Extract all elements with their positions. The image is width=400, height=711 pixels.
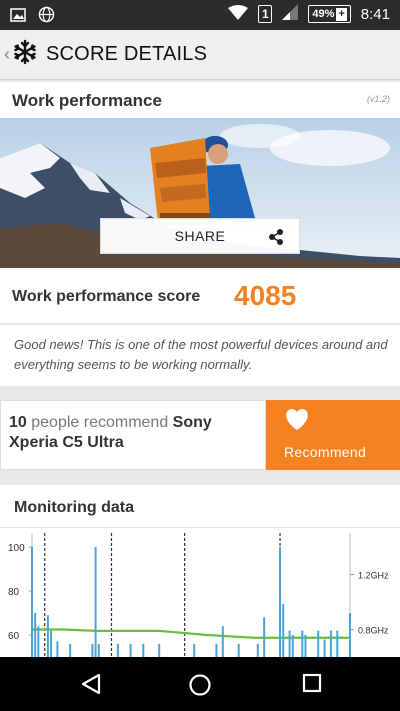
- recommend-button[interactable]: Recommend: [266, 400, 400, 470]
- snowflake-icon: [12, 39, 38, 70]
- description-card: Good news! This is one of the most power…: [0, 325, 400, 386]
- recommend-middle-text: people recommend: [26, 414, 173, 431]
- divider: [0, 527, 400, 528]
- monitoring-chart: 100 80 60 1.2GHz 0.8GHz: [0, 533, 400, 657]
- sim-icon: 1: [258, 5, 273, 23]
- navigation-bar: [0, 657, 400, 711]
- monitoring-title: Monitoring data: [14, 499, 134, 516]
- y-tick-label-left: 60: [8, 631, 20, 642]
- app-bar: ‹ SCORE DETAILS: [0, 30, 400, 80]
- y-tick-label-left: 80: [8, 587, 20, 598]
- y-tick-label-left: 100: [8, 543, 25, 554]
- section-title: Work performance: [12, 91, 162, 110]
- score-label: Work performance score: [12, 288, 201, 305]
- score-row: Work performance score 4085: [0, 268, 400, 324]
- recommend-card: 10 people recommend Sony Xperia C5 Ultra…: [0, 400, 400, 470]
- share-button[interactable]: SHARE: [100, 218, 300, 254]
- wifi-icon: [228, 4, 249, 24]
- recommend-text: 10 people recommend Sony Xperia C5 Ultra: [9, 413, 259, 453]
- recents-square-icon[interactable]: [302, 673, 322, 698]
- recommend-count: 10: [9, 414, 27, 431]
- description-text: Good news! This is one of the most power…: [14, 337, 388, 372]
- clock: 8:41: [360, 5, 390, 23]
- heart-icon: [284, 408, 310, 437]
- chevron-left-icon[interactable]: ‹: [4, 44, 10, 65]
- home-circle-icon[interactable]: [188, 673, 212, 702]
- share-icon: [267, 228, 285, 249]
- page-title: SCORE DETAILS: [46, 43, 208, 65]
- recommend-info: 10 people recommend Sony Xperia C5 Ultra: [0, 400, 266, 470]
- chart-svg: 100 80 60 1.2GHz 0.8GHz: [8, 533, 389, 657]
- monitoring-card: Monitoring data 100 80 60 1.2GHz 0.8GHz: [0, 485, 400, 657]
- share-label: SHARE: [174, 228, 226, 244]
- signal-icon: [282, 4, 299, 24]
- battery-icon: 49% +: [308, 5, 351, 23]
- recommend-label: Recommend: [284, 444, 367, 460]
- score-value: 4085: [234, 280, 297, 311]
- version-label: (v1.2): [366, 94, 390, 104]
- globe-icon: [38, 6, 55, 28]
- image-icon: [10, 7, 26, 27]
- battery-percent: 49%: [312, 8, 335, 20]
- back-triangle-icon[interactable]: [80, 673, 102, 700]
- y-tick-label-right: 1.2GHz: [358, 571, 389, 581]
- status-bar: 1 49% + 8:41: [0, 0, 400, 30]
- work-performance-header: Work performance (v1.2): [0, 82, 400, 118]
- y-tick-label-right: 0.8GHz: [358, 626, 389, 636]
